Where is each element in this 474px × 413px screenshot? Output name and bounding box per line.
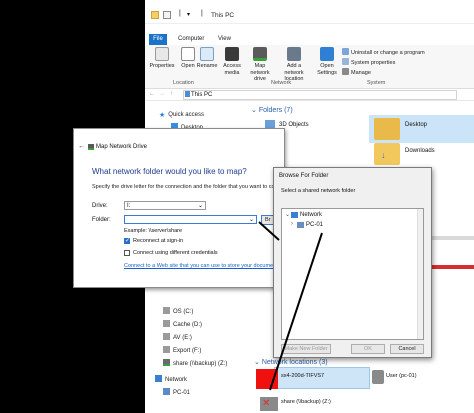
annotation-arrow <box>258 221 323 391</box>
arrow-line-to-network-item <box>269 232 323 391</box>
arrow-line-to-browse <box>258 221 280 241</box>
